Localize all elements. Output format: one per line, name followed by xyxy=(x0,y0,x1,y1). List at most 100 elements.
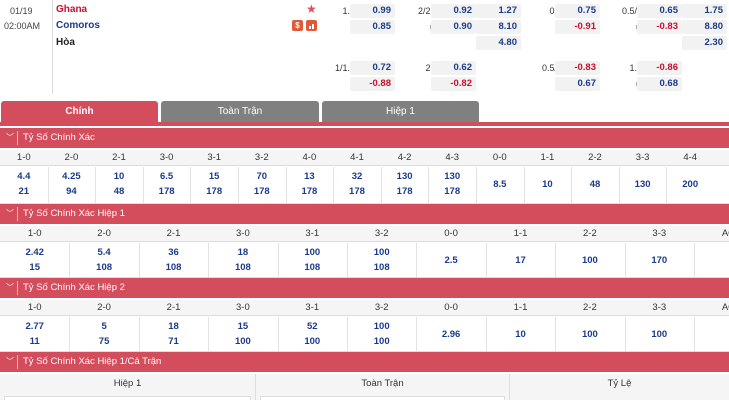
section-correct-score-h1[interactable]: ﹀ Tỷ Số Chính Xác Hiệp 1 xyxy=(0,204,729,224)
odds-value[interactable]: 15 xyxy=(208,321,277,332)
odds-value[interactable]: 5.4 xyxy=(69,247,138,258)
divider xyxy=(17,131,18,145)
odds-value[interactable]: 100 xyxy=(347,321,416,332)
chevron-down-icon[interactable]: ﹀ xyxy=(6,204,14,224)
odds-value[interactable]: 10 xyxy=(524,179,572,190)
odds-value[interactable]: 100 xyxy=(278,247,347,258)
odds-value[interactable]: 178 xyxy=(190,186,238,197)
odds-value[interactable]: 100 xyxy=(347,247,416,258)
odds-value[interactable]: 52 xyxy=(278,321,347,332)
x12-draw-odd[interactable]: 4.80 xyxy=(476,36,521,50)
h1-hdp-home-odd[interactable]: 0.75 xyxy=(555,4,600,18)
odds-value[interactable]: 178 xyxy=(143,186,191,197)
odds-value[interactable]: 130 xyxy=(428,171,476,182)
alt-ou-over-odd[interactable]: 0.62 xyxy=(431,61,476,75)
alt-h1-hdp-away-odd[interactable]: 0.67 xyxy=(555,77,600,91)
section-correct-score-h2[interactable]: ﹀ Tỷ Số Chính Xác Hiệp 2 xyxy=(0,278,729,298)
odds-value[interactable]: 75 xyxy=(69,336,138,347)
chevron-down-icon[interactable]: ﹀ xyxy=(6,278,14,298)
section-ht-ft-score[interactable]: ﹀ Tỷ Số Chính Xác Hiệp 1/Cả Trận xyxy=(0,352,729,372)
tab-full-match[interactable]: Toàn Trận xyxy=(161,101,319,122)
odds-value[interactable]: 8.5 xyxy=(476,179,524,190)
x12-away-odd[interactable]: 8.10 xyxy=(476,20,521,34)
ou-under-odd[interactable]: 0.90 xyxy=(431,20,476,34)
odds-value[interactable]: 130 xyxy=(619,179,667,190)
column-odds: Tỷ Lệ xyxy=(510,374,729,400)
ou-over-odd[interactable]: 0.92 xyxy=(431,4,476,18)
h1-ou-over-odd[interactable]: 0.65 xyxy=(637,4,682,18)
odds-value[interactable]: 130 xyxy=(381,171,429,182)
first-half-select[interactable] xyxy=(4,396,251,400)
dollar-icon[interactable]: $ xyxy=(292,20,303,31)
odds-value[interactable]: 178 xyxy=(381,186,429,197)
alt-h1-ou-under-odd[interactable]: 0.68 xyxy=(637,77,682,91)
odds-value[interactable]: 178 xyxy=(238,186,286,197)
away-team[interactable]: Comoros xyxy=(56,20,100,31)
h1-ou-under-odd[interactable]: -0.83 xyxy=(637,20,682,34)
hdp-home-odd[interactable]: 0.99 xyxy=(350,4,395,18)
odds-value[interactable]: 5 xyxy=(69,321,138,332)
odds-value[interactable]: 94 xyxy=(48,186,96,197)
odds-value[interactable]: 108 xyxy=(347,262,416,273)
odds-value[interactable]: 108 xyxy=(139,262,208,273)
odds-value[interactable]: 18 xyxy=(139,321,208,332)
alt-ou-under-odd[interactable]: -0.82 xyxy=(431,77,476,91)
odds-value[interactable]: 48 xyxy=(95,186,143,197)
odds-value[interactable]: 18 xyxy=(208,247,277,258)
odds-value[interactable]: 11 xyxy=(0,336,69,347)
odds-value[interactable]: 100 xyxy=(278,336,347,347)
odds-value[interactable]: 17 xyxy=(486,255,555,266)
hdp-away-odd[interactable]: 0.85 xyxy=(350,20,395,34)
odds-value[interactable]: 70 xyxy=(238,171,286,182)
alt-hdp-away-odd[interactable]: -0.88 xyxy=(350,77,395,91)
odds-value[interactable]: 178 xyxy=(286,186,334,197)
score-label: 3-3 xyxy=(652,228,667,239)
odds-value[interactable]: 10 xyxy=(486,329,555,340)
odds-value[interactable]: 71 xyxy=(139,336,208,347)
odds-value[interactable]: 178 xyxy=(428,186,476,197)
chevron-down-icon[interactable]: ﹀ xyxy=(6,128,14,148)
odds-value[interactable]: 170 xyxy=(625,255,694,266)
odds-value[interactable]: 21 xyxy=(0,186,48,197)
odds-value[interactable]: 2.5 xyxy=(416,255,485,266)
alt-h1-ou-over-odd[interactable]: -0.86 xyxy=(637,61,682,75)
h1-x12-away-odd[interactable]: 8.80 xyxy=(682,20,727,34)
stats-chart-icon[interactable] xyxy=(306,20,317,31)
odds-value[interactable]: 4.25 xyxy=(48,171,96,182)
odds-value[interactable]: 100 xyxy=(208,336,277,347)
section-correct-score[interactable]: ﹀ Tỷ Số Chính Xác xyxy=(0,128,729,148)
odds-value[interactable]: 10 xyxy=(95,171,143,182)
odds-value[interactable]: 4.4 xyxy=(0,171,48,182)
odds-value[interactable]: 6.5 xyxy=(143,171,191,182)
odds-value[interactable]: 100 xyxy=(555,329,624,340)
odds-value[interactable]: 100 xyxy=(555,255,624,266)
odds-value[interactable]: 2.42 xyxy=(0,247,69,258)
odds-value[interactable]: 15 xyxy=(0,262,69,273)
alt-hdp-home-odd[interactable]: 0.72 xyxy=(350,61,395,75)
odds-value[interactable]: 108 xyxy=(208,262,277,273)
odds-value[interactable]: 13 xyxy=(286,171,334,182)
h1-hdp-away-odd[interactable]: -0.91 xyxy=(555,20,600,34)
chevron-down-icon[interactable]: ﹀ xyxy=(6,352,14,372)
odds-value[interactable]: 100 xyxy=(625,329,694,340)
odds-value[interactable]: 200 xyxy=(666,179,714,190)
odds-value[interactable]: 15 xyxy=(190,171,238,182)
full-match-select[interactable] xyxy=(260,396,505,400)
odds-value[interactable]: 36 xyxy=(139,247,208,258)
tab-main[interactable]: Chính xyxy=(1,101,158,122)
odds-value[interactable]: 2.96 xyxy=(416,329,485,340)
h1-x12-home-odd[interactable]: 1.75 xyxy=(682,4,727,18)
x12-home-odd[interactable]: 1.27 xyxy=(476,4,521,18)
odds-value[interactable]: 108 xyxy=(69,262,138,273)
home-team[interactable]: Ghana xyxy=(56,4,87,15)
odds-value[interactable]: 108 xyxy=(278,262,347,273)
favorite-star-icon[interactable]: ★ xyxy=(306,2,317,16)
tab-first-half[interactable]: Hiệp 1 xyxy=(322,101,479,122)
odds-value[interactable]: 32 xyxy=(333,171,381,182)
h1-x12-draw-odd[interactable]: 2.30 xyxy=(682,36,727,50)
odds-value[interactable]: 178 xyxy=(333,186,381,197)
odds-value[interactable]: 100 xyxy=(347,336,416,347)
odds-value[interactable]: 48 xyxy=(571,179,619,190)
alt-h1-hdp-home-odd[interactable]: -0.83 xyxy=(555,61,600,75)
odds-value[interactable]: 2.77 xyxy=(0,321,69,332)
